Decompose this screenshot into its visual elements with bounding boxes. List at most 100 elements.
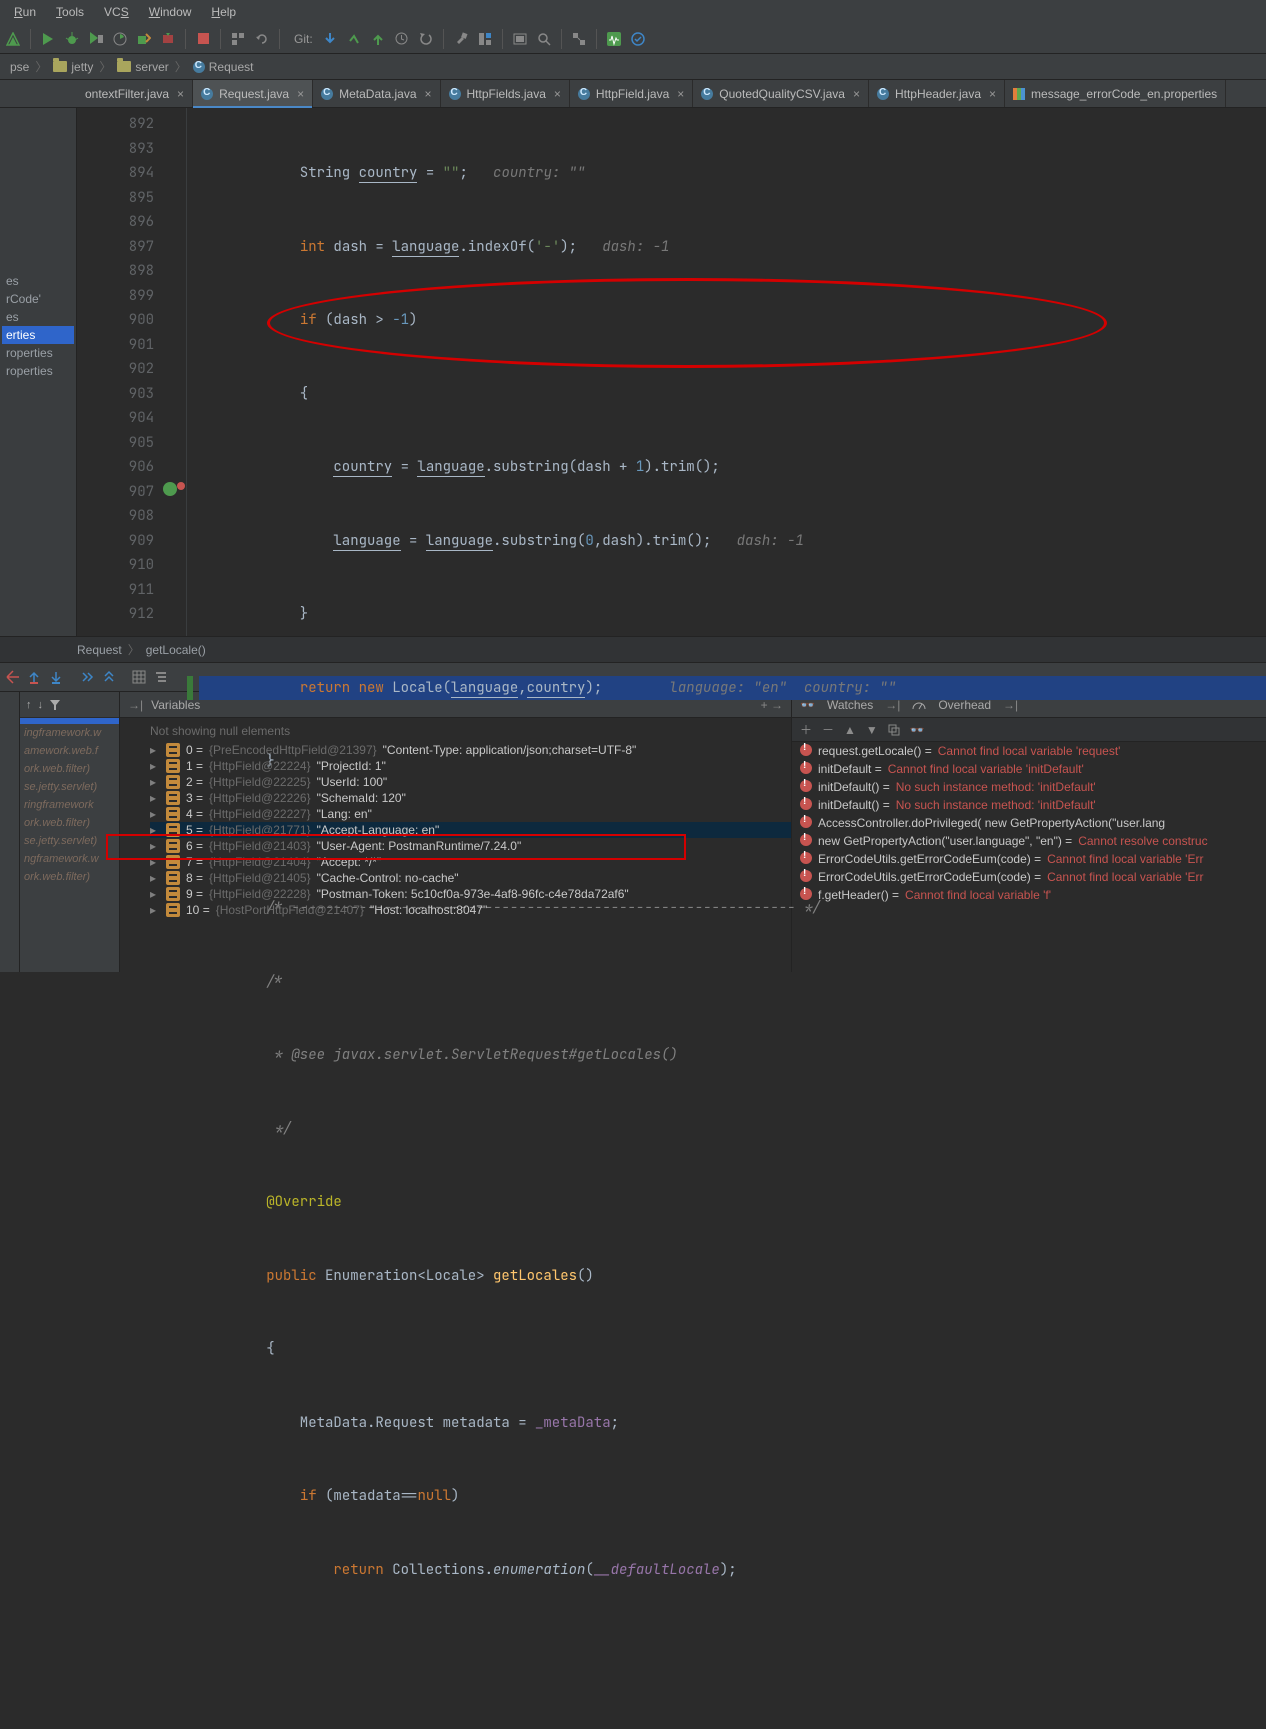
frame-item[interactable]: ingframework.w <box>20 724 119 742</box>
menu-help[interactable]: Help <box>201 5 246 19</box>
run-icon[interactable] <box>39 30 57 48</box>
tab[interactable]: QuotedQualityCSV.java× <box>693 80 869 107</box>
var-row[interactable]: ▸3 = {HttpField@22226} "SchemaId: 120" <box>150 790 791 806</box>
git-push-icon[interactable] <box>369 30 387 48</box>
class-icon <box>201 88 213 100</box>
profile-icon[interactable] <box>111 30 129 48</box>
eval-grid-icon[interactable] <box>132 670 146 684</box>
close-icon[interactable]: × <box>423 87 432 101</box>
frame-item[interactable]: ork.web.filter) <box>20 760 119 778</box>
git-revert-icon[interactable] <box>417 30 435 48</box>
step-out-icon[interactable] <box>102 670 116 684</box>
override-gutter-icon[interactable] <box>177 482 185 490</box>
git-pull-icon[interactable] <box>321 30 339 48</box>
check-icon[interactable] <box>629 30 647 48</box>
git-commit-icon[interactable] <box>345 30 363 48</box>
nav-breadcrumbs: pse〉 jetty〉 server〉 Request <box>0 54 1266 80</box>
tab[interactable]: HttpFields.java× <box>441 80 570 107</box>
layout-icon[interactable] <box>229 30 247 48</box>
var-row[interactable]: ▸7 = {HttpField@21404} "Accept: */*" <box>150 854 791 870</box>
override-gutter-icon[interactable] <box>163 482 177 496</box>
menu-window[interactable]: Window <box>139 5 202 19</box>
close-icon[interactable]: × <box>851 87 860 101</box>
menu-vcs[interactable]: VCS <box>94 5 139 19</box>
var-row[interactable]: ▸5 = {HttpField@21771} "Accept-Language:… <box>150 822 791 838</box>
frame-item[interactable]: ngframework.w <box>20 850 119 868</box>
coverage-icon[interactable] <box>87 30 105 48</box>
var-row[interactable]: ▸8 = {HttpField@21405} "Cache-Control: n… <box>150 870 791 886</box>
crumb-item[interactable]: Request <box>77 643 122 657</box>
tab[interactable]: MetaData.java× <box>313 80 440 107</box>
step-over-icon[interactable] <box>28 670 42 684</box>
tab[interactable]: ontextFilter.java× <box>77 80 193 107</box>
crumb-item[interactable]: server <box>113 60 172 74</box>
frames-panel[interactable]: ↑ ↓ ingframework.w amework.web.f ork.web… <box>20 692 120 972</box>
crumb-item[interactable]: Request <box>189 60 258 74</box>
field-icon <box>166 871 180 885</box>
code-editor[interactable]: 892 893 894 895 896 897 898 899 900 901 … <box>77 108 1266 636</box>
error-icon <box>800 870 812 882</box>
git-history-icon[interactable] <box>393 30 411 48</box>
tab[interactable]: message_errorCode_en.properties <box>1005 80 1226 107</box>
var-row[interactable]: ▸4 = {HttpField@22227} "Lang: en" <box>150 806 791 822</box>
next-frame-icon[interactable]: ↓ <box>38 699 44 711</box>
var-row[interactable]: ▸6 = {HttpField@21403} "User-Agent: Post… <box>150 838 791 854</box>
code-area[interactable]: String country = ""; country: "" int das… <box>187 108 1266 636</box>
menu-tools[interactable]: Tools <box>46 5 94 19</box>
var-row[interactable]: ▸1 = {HttpField@22224} "ProjectId: 1" <box>150 758 791 774</box>
ant-icon[interactable] <box>570 30 588 48</box>
close-icon[interactable]: × <box>175 87 184 101</box>
sidebar-item[interactable]: erties <box>2 326 74 344</box>
sidebar-item[interactable]: rCode' <box>2 290 74 308</box>
var-row[interactable]: ▸2 = {HttpField@22225} "UserId: 100" <box>150 774 791 790</box>
frame-item[interactable]: amework.web.f <box>20 742 119 760</box>
close-icon[interactable]: × <box>675 87 684 101</box>
project-sidebar[interactable]: es rCode' es erties roperties roperties <box>0 108 77 636</box>
pulse-icon[interactable] <box>605 30 623 48</box>
show-exec-icon[interactable] <box>6 670 20 684</box>
search-icon[interactable] <box>535 30 553 48</box>
settings-icon[interactable] <box>452 30 470 48</box>
crumb-item[interactable]: jetty <box>49 60 97 74</box>
attach-icon[interactable] <box>135 30 153 48</box>
error-icon <box>800 798 812 810</box>
tab[interactable]: HttpField.java× <box>570 80 693 107</box>
crumb-item[interactable]: pse <box>6 60 33 74</box>
tool-strip[interactable] <box>0 692 20 972</box>
force-step-icon[interactable] <box>80 670 94 684</box>
frame-item[interactable]: ork.web.filter) <box>20 868 119 886</box>
rerun-icon[interactable] <box>253 30 271 48</box>
close-icon[interactable]: × <box>295 87 304 101</box>
sidebar-item[interactable]: roperties <box>2 362 74 380</box>
tab[interactable]: HttpHeader.java× <box>869 80 1005 107</box>
menu-run[interactable]: RRunun <box>4 5 46 19</box>
main-toolbar: Git: <box>0 24 1266 54</box>
frame-item[interactable]: se.jetty.servlet) <box>20 778 119 796</box>
crumb-item[interactable]: getLocale() <box>146 643 206 657</box>
var-row[interactable]: ▸9 = {HttpField@22228} "Postman-Token: 5… <box>150 886 791 902</box>
class-icon <box>321 88 333 100</box>
var-row[interactable]: ▸10 = {HostPortHttpField@21407} "Host: l… <box>150 902 791 918</box>
frame-item[interactable]: ringframework <box>20 796 119 814</box>
frame-item[interactable]: se.jetty.servlet) <box>20 832 119 850</box>
frame-item[interactable]: ork.web.filter) <box>20 814 119 832</box>
sidebar-item[interactable]: es <box>2 272 74 290</box>
sdk-icon[interactable] <box>511 30 529 48</box>
tab[interactable]: Request.java× <box>193 80 313 107</box>
sidebar-item[interactable]: roperties <box>2 344 74 362</box>
close-icon[interactable]: × <box>987 87 996 101</box>
step-into-icon[interactable] <box>50 670 64 684</box>
filter-frame-icon[interactable] <box>49 699 61 711</box>
eval-tree-icon[interactable] <box>154 670 168 684</box>
sidebar-item[interactable]: es <box>2 308 74 326</box>
gutter: 892 893 894 895 896 897 898 899 900 901 … <box>77 108 187 636</box>
var-row[interactable]: ▸0 = {PreEncodedHttpField@21397} "Conten… <box>150 742 791 758</box>
build-icon[interactable] <box>4 30 22 48</box>
close-icon[interactable]: × <box>552 87 561 101</box>
hotswap-icon[interactable] <box>159 30 177 48</box>
project-structure-icon[interactable] <box>476 30 494 48</box>
debug-icon[interactable] <box>63 30 81 48</box>
prev-frame-icon[interactable]: ↑ <box>26 699 32 711</box>
folder-icon <box>53 61 67 72</box>
stop-icon[interactable] <box>194 30 212 48</box>
